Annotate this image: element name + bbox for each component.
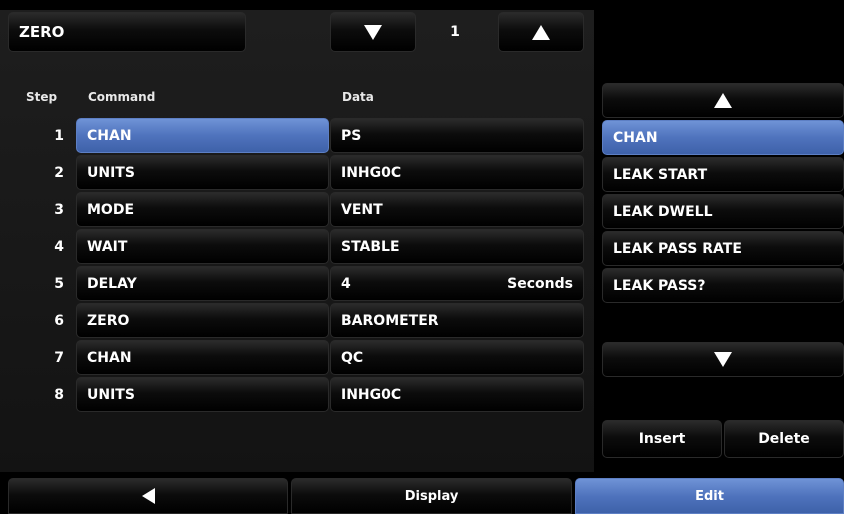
step-number: 8 — [54, 387, 64, 403]
command-list-item[interactable]: CHAN — [602, 120, 844, 155]
edit-tab-label: Edit — [695, 488, 724, 504]
command-label: DELAY — [87, 275, 137, 292]
display-tab-label: Display — [404, 488, 459, 504]
triangle-up-icon — [532, 24, 550, 40]
command-cell[interactable]: CHAN — [76, 340, 329, 375]
command-cell[interactable]: ZERO — [76, 303, 329, 338]
data-cell[interactable]: VENT — [330, 192, 584, 227]
step-number: 3 — [54, 202, 64, 218]
insert-label: Insert — [638, 431, 686, 447]
command-list-item[interactable]: LEAK START — [602, 157, 844, 192]
step-number: 4 — [54, 239, 64, 255]
list-scroll-down-button[interactable] — [602, 342, 844, 377]
command-list-item[interactable]: LEAK PASS RATE — [602, 231, 844, 266]
triangle-left-icon — [141, 488, 155, 504]
data-cell[interactable]: PS — [330, 118, 584, 153]
display-tab[interactable]: Display — [291, 478, 572, 514]
delete-button[interactable]: Delete — [724, 420, 844, 458]
command-label: WAIT — [87, 238, 128, 255]
step-column-header: Step — [26, 90, 58, 104]
list-scroll-up-button[interactable] — [602, 83, 844, 118]
command-cell[interactable]: WAIT — [76, 229, 329, 264]
command-cell[interactable]: MODE — [76, 192, 329, 227]
data-label: INHG0C — [341, 164, 402, 181]
triangle-down-icon — [364, 24, 382, 40]
data-column-header: Data — [342, 90, 374, 104]
edit-tab[interactable]: Edit — [575, 478, 844, 514]
command-list-label: LEAK START — [613, 166, 708, 183]
triangle-down-icon — [714, 352, 732, 367]
data-label: QC — [341, 349, 364, 366]
step-number: 7 — [54, 350, 64, 366]
command-cell[interactable]: DELAY — [76, 266, 329, 301]
command-label: MODE — [87, 201, 135, 218]
data-label: VENT — [341, 201, 383, 218]
command-list-label: LEAK PASS RATE — [613, 240, 742, 257]
page-down-button[interactable] — [330, 12, 416, 52]
command-cell[interactable]: UNITS — [76, 377, 329, 412]
step-number: 2 — [54, 165, 64, 181]
page-number: 1 — [450, 24, 460, 40]
program-name: ZERO — [19, 23, 65, 41]
page-up-button[interactable] — [498, 12, 584, 52]
insert-button[interactable]: Insert — [602, 420, 722, 458]
command-list-label: LEAK DWELL — [613, 203, 713, 220]
data-label: BAROMETER — [341, 312, 439, 329]
data-label: 4 — [341, 275, 351, 292]
program-name-field[interactable]: ZERO — [8, 12, 246, 52]
command-cell[interactable]: CHAN — [76, 118, 329, 153]
data-label: PS — [341, 127, 362, 144]
step-number: 5 — [54, 276, 64, 292]
command-label: CHAN — [87, 127, 132, 144]
command-list-item[interactable]: LEAK PASS? — [602, 268, 844, 303]
command-column-header: Command — [88, 90, 156, 104]
data-cell[interactable]: 4 Seconds — [330, 266, 584, 301]
data-unit: Seconds — [507, 275, 573, 292]
command-list-label: CHAN — [613, 129, 658, 146]
triangle-up-icon — [714, 93, 732, 108]
command-list-item[interactable]: LEAK DWELL — [602, 194, 844, 229]
data-cell[interactable]: INHG0C — [330, 377, 584, 412]
back-button[interactable] — [8, 478, 288, 514]
data-cell[interactable]: STABLE — [330, 229, 584, 264]
data-label: INHG0C — [341, 386, 402, 403]
data-cell[interactable]: BAROMETER — [330, 303, 584, 338]
command-label: ZERO — [87, 312, 130, 329]
command-label: CHAN — [87, 349, 132, 366]
command-cell[interactable]: UNITS — [76, 155, 329, 190]
data-cell[interactable]: INHG0C — [330, 155, 584, 190]
step-number: 6 — [54, 313, 64, 329]
command-label: UNITS — [87, 164, 135, 181]
data-label: STABLE — [341, 238, 400, 255]
command-label: UNITS — [87, 386, 135, 403]
data-cell[interactable]: QC — [330, 340, 584, 375]
delete-label: Delete — [758, 431, 810, 447]
command-list-label: LEAK PASS? — [613, 277, 706, 294]
step-number: 1 — [54, 128, 64, 144]
